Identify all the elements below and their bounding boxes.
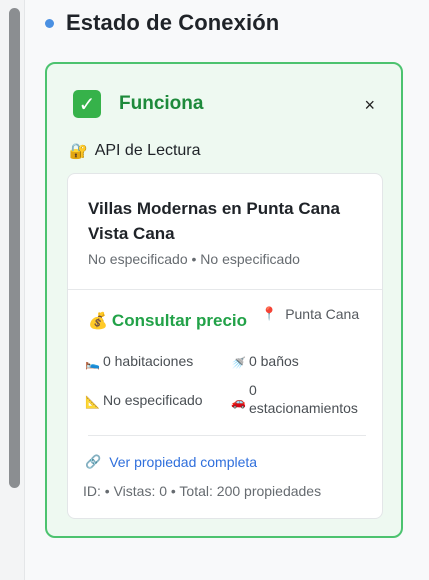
property-card: Villas Modernas en Punta Cana Vista Cana… <box>67 173 383 519</box>
close-button[interactable]: × <box>364 96 375 114</box>
property-subtitle: No especificado • No especificado <box>88 251 300 267</box>
link-icon: 🔗 <box>85 454 102 469</box>
divider <box>88 435 366 436</box>
ruler-icon: 📐 <box>85 395 100 409</box>
price-row: 💰 Consultar precio <box>88 311 247 331</box>
parking-label: estacionamientos <box>248 400 358 416</box>
parking-count: 0 <box>248 382 257 398</box>
money-bag-icon: 💰 <box>88 313 108 330</box>
car-icon: 🚗 <box>231 395 246 409</box>
bathrooms-feature: 🚿 0 baños <box>231 352 299 372</box>
status-header: ✓ Funciona <box>73 90 203 118</box>
main-panel: Estado de Conexión ✓ Funciona × 🔐 API de… <box>25 0 429 580</box>
area-label: No especificado <box>102 392 203 408</box>
lock-icon: 🔐 <box>69 143 88 160</box>
bullet-dot-icon <box>45 18 54 28</box>
view-property-link-row[interactable]: 🔗 Ver propiedad completa <box>85 454 257 470</box>
parking-feature: 🚗 0 estacionamientos <box>231 381 358 417</box>
property-location: 📍 Punta Cana <box>261 306 359 322</box>
location-label: Punta Cana <box>285 306 360 322</box>
property-title: Villas Modernas en Punta Cana Vista Cana <box>88 199 340 243</box>
bedrooms-feature: 🛌 0 habitaciones <box>85 352 193 372</box>
consult-price-button[interactable]: Consultar precio <box>112 311 247 331</box>
area-feature: 📐 No especificado <box>85 391 203 411</box>
scrollbar-thumb[interactable] <box>9 8 20 488</box>
bed-icon: 🛌 <box>85 356 100 370</box>
api-label: API de Lectura <box>94 142 201 159</box>
section-header: Estado de Conexión <box>45 10 279 36</box>
divider <box>68 289 382 290</box>
section-title: Estado de Conexión <box>66 10 280 35</box>
status-text: Funciona <box>119 93 204 114</box>
bath-icon: 🚿 <box>231 356 246 370</box>
view-property-link[interactable]: Ver propiedad completa <box>109 454 257 470</box>
property-meta: ID: • Vistas: 0 • Total: 200 propiedades <box>83 483 322 499</box>
connection-status-card: ✓ Funciona × 🔐 API de Lectura Villas Mod… <box>45 62 403 538</box>
bedrooms-label: 0 habitaciones <box>102 353 194 369</box>
api-label-row: 🔐 API de Lectura <box>69 142 201 160</box>
scrollbar-track[interactable] <box>0 0 25 580</box>
check-icon: ✓ <box>73 90 101 118</box>
pin-icon: 📍 <box>261 306 278 321</box>
bathrooms-label: 0 baños <box>248 353 299 369</box>
parking-text: 0 estacionamientos <box>249 381 358 417</box>
